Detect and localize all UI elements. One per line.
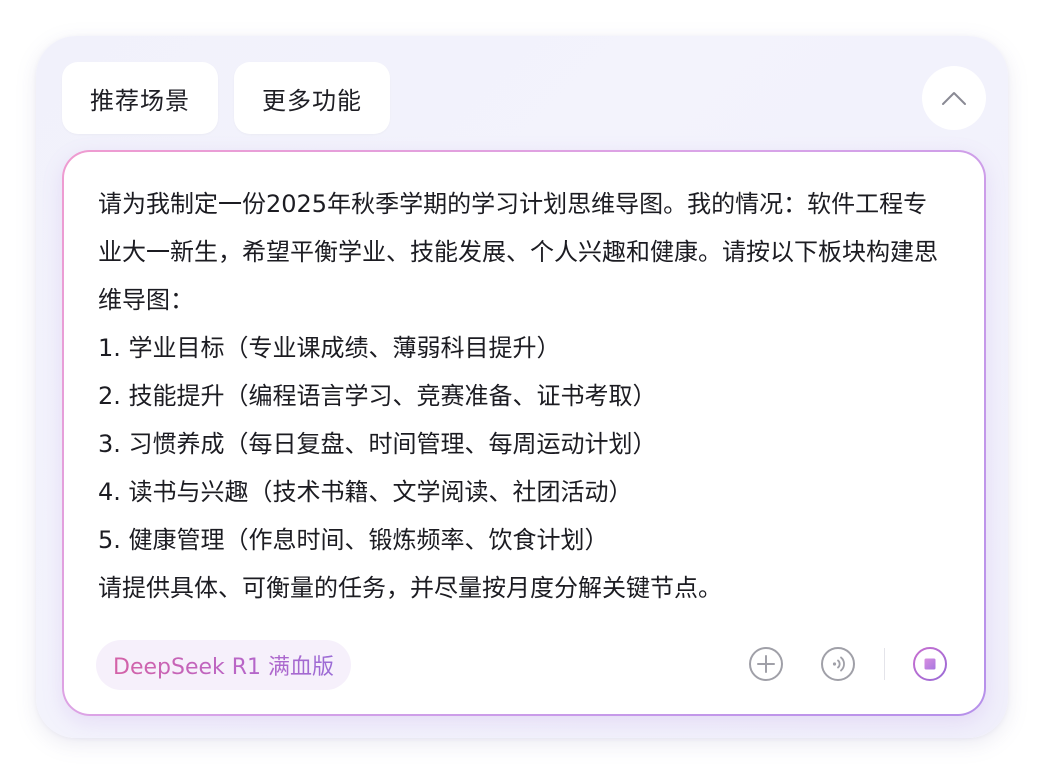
more-features-button[interactable]: 更多功能 [234,62,390,134]
toolbar-divider [884,648,885,680]
chevron-up-icon [942,92,966,105]
prompt-input-card: 请为我制定一份2025年秋季学期的学习计划思维导图。我的情况：软件工程专业大一新… [62,150,986,716]
prompt-input-area[interactable]: 请为我制定一份2025年秋季学期的学习计划思维导图。我的情况：软件工程专业大一新… [64,152,984,714]
quick-actions: 推荐场景 更多功能 [62,62,390,134]
model-selector[interactable]: DeepSeek R1 满血版 [96,640,352,690]
model-label: DeepSeek R1 满血版 [113,649,334,681]
plus-circle-icon[interactable] [748,646,784,682]
assistant-panel: 推荐场景 更多功能 请为我制定一份2025年秋季学期的学习计划思维导图。我的情况… [36,36,1008,738]
recommended-scenes-button[interactable]: 推荐场景 [62,62,218,134]
prompt-textarea[interactable]: 请为我制定一份2025年秋季学期的学习计划思维导图。我的情况：软件工程专业大一新… [98,180,948,612]
stop-icon[interactable] [912,646,948,682]
collapse-button[interactable] [922,66,986,130]
voice-wave-icon[interactable] [820,646,856,682]
